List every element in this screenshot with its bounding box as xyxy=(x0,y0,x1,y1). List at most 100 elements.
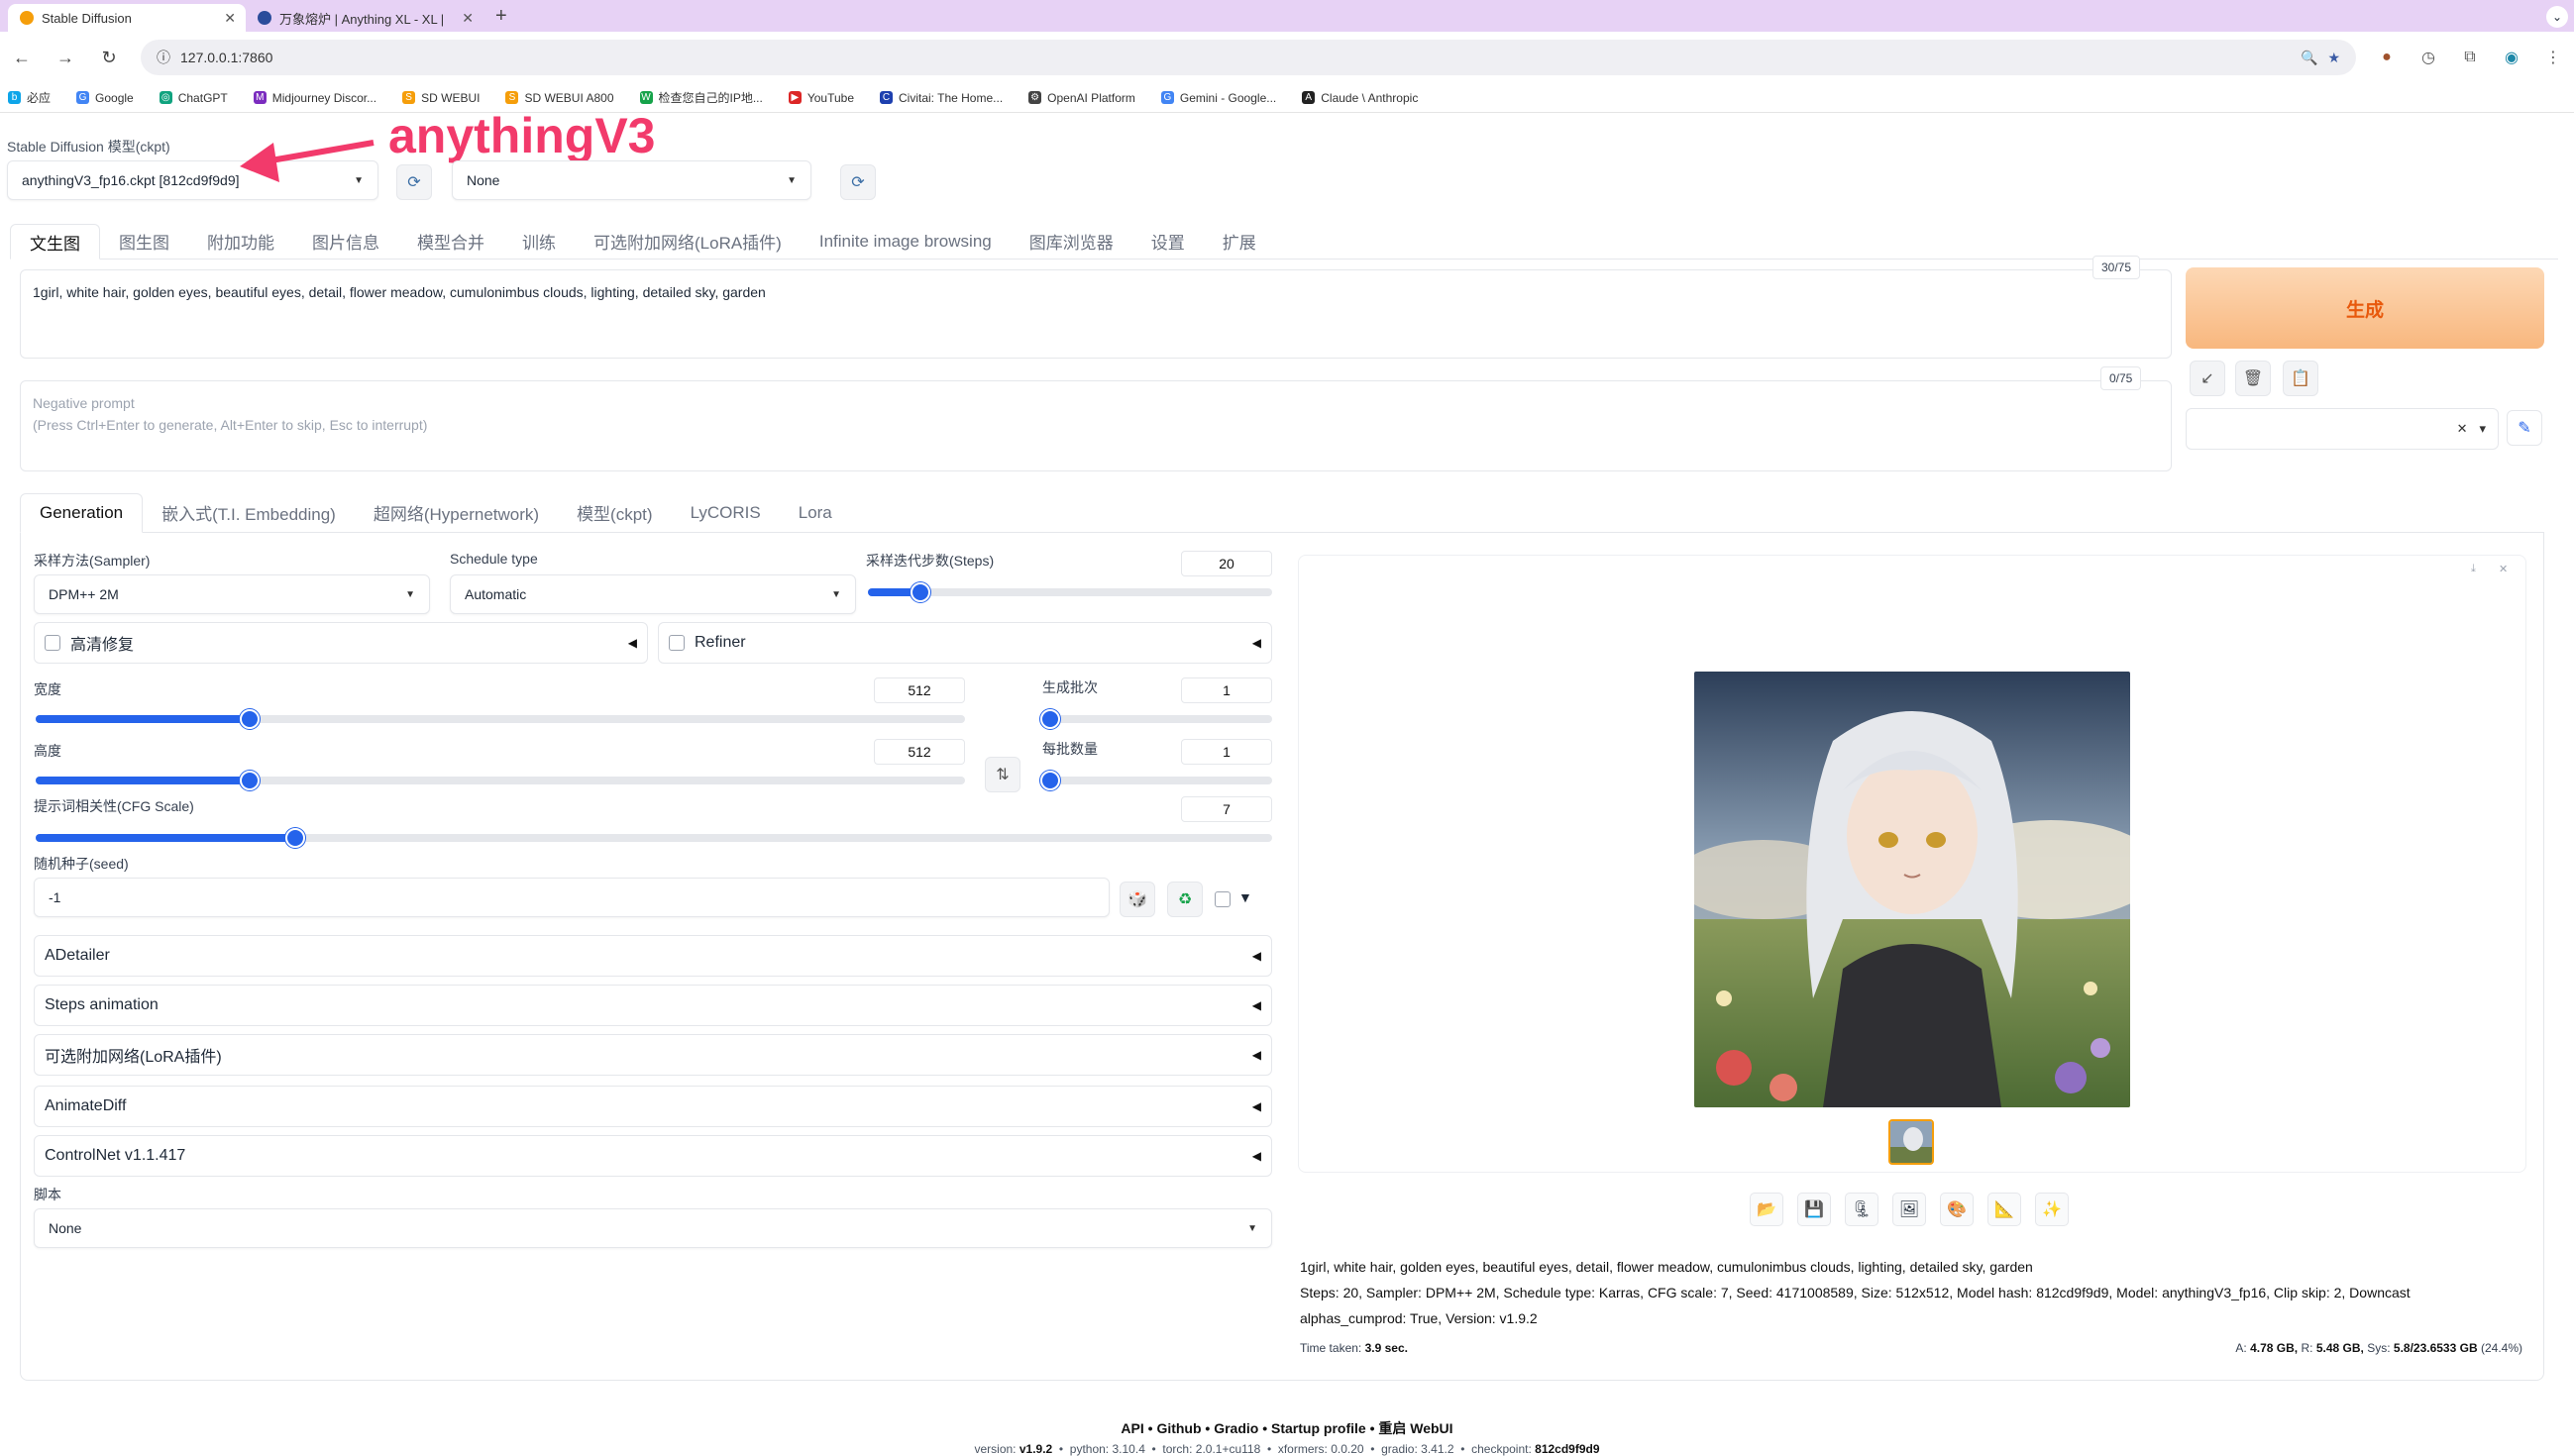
bookmark-star-icon[interactable]: ★ xyxy=(2327,50,2340,66)
tab-search-chevron-icon[interactable]: ⌄ xyxy=(2546,6,2568,28)
zoom-icon[interactable]: 🔍 xyxy=(2301,50,2317,66)
tab-train[interactable]: 训练 xyxy=(503,224,575,260)
reuse-seed-button[interactable]: ♻ xyxy=(1167,882,1203,917)
send-to-inpaint-button[interactable]: 🎨 xyxy=(1940,1193,1974,1226)
tab-checkpoint-merger[interactable]: 模型合并 xyxy=(398,224,503,260)
zip-button[interactable]: 🗜 xyxy=(1845,1193,1878,1226)
extra-seed-checkbox[interactable] xyxy=(1215,891,1231,907)
bookmark-item[interactable]: ▶ YouTube xyxy=(788,91,854,105)
browser-tab-stable-diffusion[interactable]: Stable Diffusion ✕ xyxy=(8,4,246,32)
close-tab-icon[interactable]: ✕ xyxy=(224,10,236,27)
batch-size-slider[interactable] xyxy=(1040,771,1272,790)
tab-infinite-image-browsing[interactable]: Infinite image browsing xyxy=(801,224,1011,260)
tab-txt2img[interactable]: 文生图 xyxy=(10,224,100,260)
forward-arrow-icon[interactable]: → xyxy=(54,48,77,68)
bookmark-item[interactable]: G Gemini - Google... xyxy=(1160,91,1276,105)
clear-prompt-button[interactable]: 🗑 xyxy=(2235,361,2271,396)
extension-record-icon[interactable]: ● xyxy=(2376,49,2398,66)
bookmark-item[interactable]: M Midjourney Discor... xyxy=(253,91,376,105)
tab-extensions[interactable]: 扩展 xyxy=(1204,224,1275,260)
tab-img2img[interactable]: 图生图 xyxy=(100,224,188,260)
browser-tab-anything-xl[interactable]: 万象熔炉 | Anything XL - XL | ✕ xyxy=(246,4,483,32)
tab-extras[interactable]: 附加功能 xyxy=(188,224,293,260)
batch-size-input[interactable]: 1 xyxy=(1181,739,1272,765)
footer-links[interactable]: API • Github • Gradio • Startup profile … xyxy=(0,1418,2574,1438)
width-input[interactable]: 512 xyxy=(874,677,965,703)
tab-image-browser[interactable]: 图库浏览器 xyxy=(1011,224,1132,260)
steps-input[interactable]: 20 xyxy=(1181,551,1272,576)
send-to-extras-button[interactable]: 📐 xyxy=(1987,1193,2021,1226)
address-bar[interactable]: ⓘ 127.0.0.1:7860 🔍 ★ xyxy=(141,40,2356,75)
steps-animation-accordion[interactable]: Steps animation ◀ xyxy=(34,985,1272,1026)
bookmark-item[interactable]: S SD WEBUI xyxy=(402,91,480,105)
style-clipboard-button[interactable]: 📋 xyxy=(2283,361,2318,396)
generate-button[interactable]: 生成 xyxy=(2186,267,2544,349)
back-arrow-icon[interactable]: ← xyxy=(10,48,34,68)
script-dropdown[interactable]: None ▼ xyxy=(34,1208,1272,1248)
refresh-checkpoint-button[interactable]: ⟳ xyxy=(396,164,432,200)
tab-generation[interactable]: Generation xyxy=(20,493,144,533)
adetailer-accordion[interactable]: ADetailer ◀ xyxy=(34,935,1272,977)
height-slider[interactable] xyxy=(36,771,965,790)
tab-lora[interactable]: Lora xyxy=(780,493,851,533)
styles-dropdown[interactable]: ✕ ▾ xyxy=(2186,408,2499,450)
bookmark-item[interactable]: C Civitai: The Home... xyxy=(880,91,1003,105)
hires-fix-accordion[interactable]: 高清修复 ◀ xyxy=(34,622,648,664)
gallery-thumbnail[interactable] xyxy=(1888,1119,1934,1165)
batch-count-slider[interactable] xyxy=(1040,709,1272,729)
width-slider[interactable] xyxy=(36,709,965,729)
sampler-dropdown[interactable]: DPM++ 2M ▼ xyxy=(34,574,430,614)
open-folder-button[interactable]: 📂 xyxy=(1750,1193,1783,1226)
cfg-scale-input[interactable]: 7 xyxy=(1181,796,1272,822)
vae-dropdown[interactable]: None ▼ xyxy=(452,160,811,200)
refiner-accordion[interactable]: Refiner ◀ xyxy=(658,622,1272,664)
browser-menu-icon[interactable]: ⋮ xyxy=(2542,48,2564,67)
tab-additional-networks[interactable]: 可选附加网络(LoRA插件) xyxy=(575,224,801,260)
bookmark-item[interactable]: W 检查您自己的IP地... xyxy=(639,89,763,106)
tab-png-info[interactable]: 图片信息 xyxy=(293,224,398,260)
tab-hypernetwork[interactable]: 超网络(Hypernetwork) xyxy=(355,493,558,533)
tab-embedding[interactable]: 嵌入式(T.I. Embedding) xyxy=(143,493,355,533)
edit-styles-button[interactable]: ✎ xyxy=(2507,410,2542,446)
batch-count-input[interactable]: 1 xyxy=(1181,677,1272,703)
close-tab-icon[interactable]: ✕ xyxy=(462,10,474,27)
download-icon[interactable]: ⤓ xyxy=(2471,563,2476,575)
tab-checkpoints[interactable]: 模型(ckpt) xyxy=(558,493,672,533)
bookmark-item[interactable]: G Google xyxy=(76,91,134,105)
additional-networks-accordion[interactable]: 可选附加网络(LoRA插件) ◀ xyxy=(34,1034,1272,1076)
animatediff-accordion[interactable]: AnimateDiff ◀ xyxy=(34,1086,1272,1127)
history-clock-icon[interactable]: ◷ xyxy=(2417,48,2439,67)
profile-avatar-icon[interactable]: ◉ xyxy=(2501,48,2522,67)
random-seed-button[interactable]: 🎲 xyxy=(1120,882,1155,917)
positive-prompt-input[interactable]: 1girl, white hair, golden eyes, beautifu… xyxy=(20,269,2172,359)
close-gallery-icon[interactable]: ✕ xyxy=(2499,563,2508,575)
bookmark-item[interactable]: ◎ ChatGPT xyxy=(159,91,228,105)
tab-settings[interactable]: 设置 xyxy=(1132,224,1204,260)
reload-icon[interactable]: ↻ xyxy=(97,48,121,68)
tab-lycoris[interactable]: LyCORIS xyxy=(672,493,780,533)
generated-image[interactable] xyxy=(1694,672,2130,1107)
cfg-scale-slider[interactable] xyxy=(36,828,1272,848)
extra-seed-triangle-icon[interactable]: ▼ xyxy=(1238,889,1252,905)
refresh-vae-button[interactable]: ⟳ xyxy=(840,164,876,200)
swap-dimensions-button[interactable]: ⇅ xyxy=(985,757,1020,792)
seed-input[interactable]: -1 xyxy=(34,878,1110,917)
schedule-type-dropdown[interactable]: Automatic ▼ xyxy=(450,574,856,614)
new-tab-icon[interactable]: + xyxy=(495,5,507,28)
extensions-puzzle-icon[interactable]: ⧉ xyxy=(2459,49,2481,66)
read-params-button[interactable]: ↙ xyxy=(2190,361,2225,396)
refiner-checkbox[interactable] xyxy=(669,635,685,651)
save-button[interactable]: 💾 xyxy=(1797,1193,1831,1226)
height-input[interactable]: 512 xyxy=(874,739,965,765)
hires-upscale-button[interactable]: ✨ xyxy=(2035,1193,2069,1226)
hires-fix-checkbox[interactable] xyxy=(45,635,60,651)
steps-slider[interactable] xyxy=(868,582,1272,602)
bookmark-item[interactable]: ⚙ OpenAI Platform xyxy=(1028,91,1135,105)
site-info-icon[interactable]: ⓘ xyxy=(157,48,170,67)
send-to-img2img-button[interactable]: 🖼 xyxy=(1892,1193,1926,1226)
bookmark-item[interactable]: A Claude \ Anthropic xyxy=(1302,91,1418,105)
controlnet-accordion[interactable]: ControlNet v1.1.417 ◀ xyxy=(34,1135,1272,1177)
negative-prompt-input[interactable]: Negative prompt (Press Ctrl+Enter to gen… xyxy=(20,380,2172,471)
bookmark-item[interactable]: S SD WEBUI A800 xyxy=(505,91,614,105)
clear-x-icon[interactable]: ✕ xyxy=(2457,421,2468,437)
